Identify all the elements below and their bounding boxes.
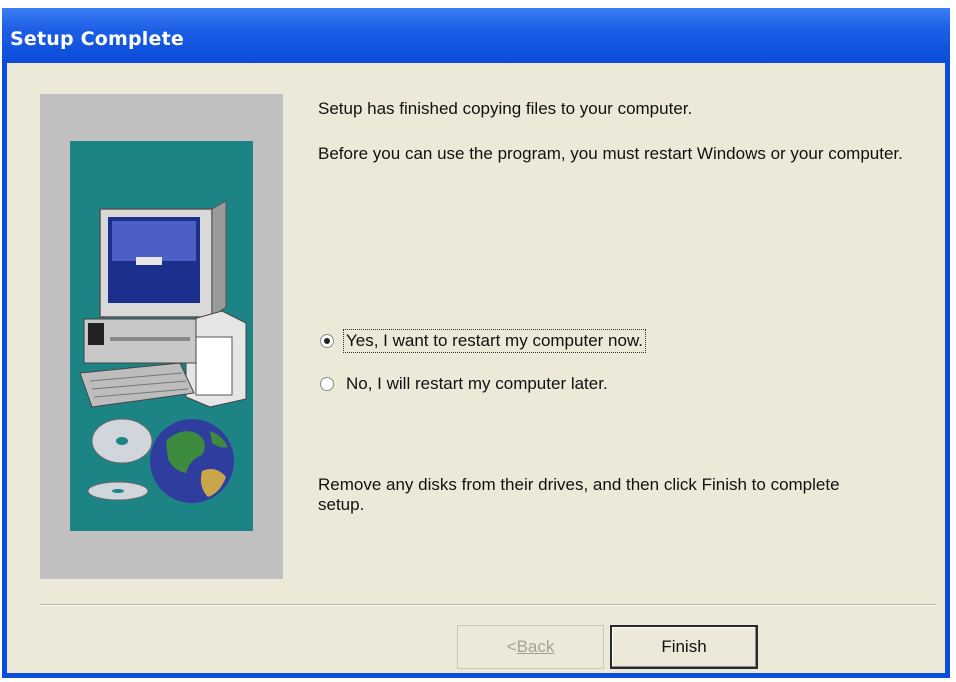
finish-button-label: Finish	[661, 637, 707, 656]
restart-later-option[interactable]: No, I will restart my computer later.	[320, 372, 610, 396]
computer-illustration-icon	[70, 141, 253, 531]
restart-now-option[interactable]: Yes, I want to restart my computer now.	[320, 329, 647, 353]
restart-now-label[interactable]: Yes, I want to restart my computer now.	[342, 329, 647, 353]
back-button-label: Back	[516, 637, 555, 656]
back-button[interactable]: < Back	[457, 625, 604, 669]
button-separator	[40, 604, 936, 606]
restart-later-label[interactable]: No, I will restart my computer later.	[344, 373, 610, 395]
setup-graphic-panel	[40, 94, 283, 579]
restart-now-radio[interactable]	[320, 334, 334, 348]
restart-later-radio[interactable]	[320, 377, 334, 391]
finish-instruction: Remove any disks from their drives, and …	[318, 475, 840, 514]
window-title: Setup Complete	[10, 28, 184, 50]
restart-notice: Before you can use the program, you must…	[318, 144, 903, 163]
title-bar[interactable]: Setup Complete	[2, 8, 950, 63]
back-arrow-label: <	[506, 637, 517, 656]
finish-button[interactable]: Finish	[610, 625, 758, 669]
status-text: Setup has finished copying files to your…	[318, 99, 693, 118]
dialog-body: Setup has finished copying files to your…	[7, 63, 945, 673]
setup-window: Setup Complete Setup has finished copyin…	[2, 8, 950, 678]
